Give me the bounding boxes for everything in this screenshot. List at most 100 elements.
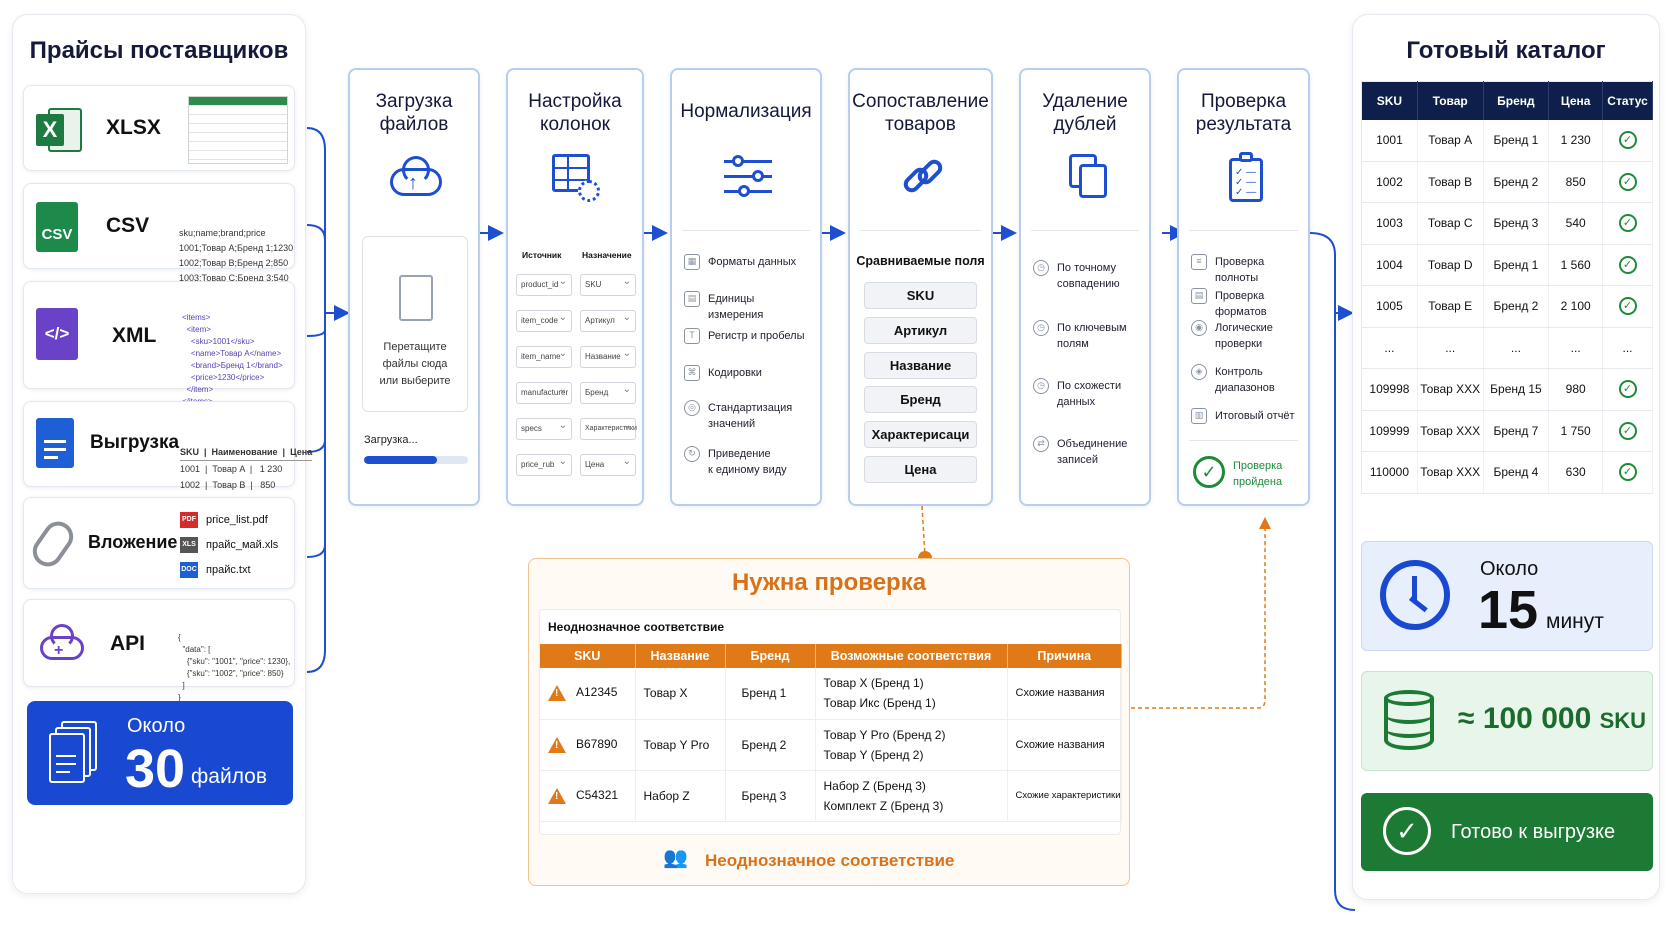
sku-summary: ≈ 100 000 SKU bbox=[1361, 671, 1653, 771]
target-column-select[interactable]: Цена bbox=[580, 452, 636, 476]
source-label: XLSX bbox=[106, 116, 161, 139]
pdf-icon: PDF bbox=[180, 512, 198, 529]
link-icon bbox=[898, 156, 946, 204]
clock-icon: ◷ bbox=[1033, 378, 1049, 394]
check-icon: ✓ bbox=[1618, 421, 1637, 440]
target-column-select[interactable]: Характеристики bbox=[580, 416, 637, 440]
report-icon: ▥ bbox=[1191, 408, 1207, 424]
paperclip-icon bbox=[26, 515, 80, 573]
file-icon bbox=[399, 275, 433, 321]
step-verify: Проверка результата ✓ — ✓ — ✓ — ≡ Проверка … bbox=[1177, 68, 1310, 506]
catalog-title: Готовый каталог bbox=[1406, 37, 1606, 64]
source-column-select[interactable]: item_name bbox=[516, 344, 572, 368]
range-icon: ◈ bbox=[1191, 364, 1207, 380]
warning-icon bbox=[548, 685, 566, 702]
source-label: API bbox=[110, 632, 146, 655]
table-row[interactable]: 109999 Товар XXX Бренд 71 750 ✓ bbox=[1361, 410, 1653, 452]
source-csv[interactable]: CSV CSV sku;name;brand;price 1001;Товар A… bbox=[23, 183, 295, 283]
file-item[interactable]: DOC прайс.txt bbox=[180, 558, 278, 583]
table-row[interactable]: 110000 Товар XXX Бренд 4 630 ✓ bbox=[1361, 451, 1653, 494]
cloud-upload-icon: ↑ bbox=[390, 154, 442, 204]
database-icon bbox=[1384, 690, 1434, 754]
users-icon: 👥 bbox=[663, 847, 688, 869]
ready-export-button[interactable]: ✓ Готово к выгрузке bbox=[1361, 793, 1653, 871]
step-dedup: Удаление дублей ◷ По точному совпадению ◷… bbox=[1019, 68, 1151, 506]
clock-icon bbox=[1380, 560, 1450, 630]
catalog-table: SKU Товар Бренд Цена Статус 1001 Товар AБ… bbox=[1361, 81, 1653, 494]
target-column-select[interactable]: Название bbox=[580, 344, 636, 368]
source-label: CSV bbox=[106, 214, 150, 237]
merge-icon: ⇄ bbox=[1033, 436, 1049, 452]
clipboard-check-icon: ✓ — ✓ — ✓ — bbox=[1229, 152, 1265, 202]
field-chip-name[interactable]: Название bbox=[864, 352, 977, 379]
excel-icon: X bbox=[36, 108, 82, 152]
source-column-select[interactable]: manufacturer bbox=[516, 380, 572, 404]
upload-progress bbox=[364, 456, 468, 464]
passed-check-icon: ✓ bbox=[1193, 456, 1225, 488]
spreadsheet-preview bbox=[188, 96, 288, 164]
source-label: XML bbox=[112, 324, 157, 347]
target-icon: ◎ bbox=[684, 400, 700, 416]
sliders-icon bbox=[724, 154, 772, 200]
table-row[interactable]: 1004 Товар D Бренд 11 560 ✓ bbox=[1361, 244, 1653, 286]
review-footer: Неоднозначное соответствие bbox=[705, 851, 955, 870]
field-chip-article[interactable]: Артикул bbox=[864, 317, 977, 344]
grid-icon: ▦ bbox=[684, 254, 700, 270]
source-label: Вложение bbox=[88, 532, 178, 552]
file-item[interactable]: PDF price_list.pdf bbox=[180, 508, 278, 533]
source-column-select[interactable]: specs bbox=[516, 416, 572, 440]
target-column-select[interactable]: Бренд bbox=[580, 380, 636, 404]
source-column-select[interactable]: item_code bbox=[516, 308, 572, 332]
table-row[interactable]: A12345 Товар X Бренд 1 Товар X (Бренд 1)… bbox=[540, 668, 1122, 720]
drop-zone[interactable]: Перетащите файлы сюда или выберите bbox=[362, 236, 468, 412]
xml-icon: </> bbox=[36, 308, 78, 360]
step-normalization: Нормализация ▦ Форматы данных ▤ Единицы из… bbox=[670, 68, 822, 506]
source-attachment[interactable]: Вложение PDF price_list.pdf XLS прайс_май.… bbox=[23, 497, 295, 589]
table-row[interactable]: 1003 Товар C Бренд 3 540 ✓ bbox=[1361, 202, 1653, 245]
upload-progress-fill bbox=[364, 456, 437, 464]
source-export[interactable]: Выгрузка SKU | Наименование | Цена 1001 |… bbox=[23, 401, 313, 506]
table-settings-icon bbox=[552, 154, 602, 204]
suppliers-title: Прайсы поставщиков bbox=[29, 37, 289, 64]
logic-icon: ◉ bbox=[1191, 320, 1207, 336]
check-icon: ✓ bbox=[1618, 380, 1637, 399]
suppliers-panel: Прайсы поставщиков X XLSX CSV CSV sku;na… bbox=[12, 14, 313, 894]
cloud-plus-icon: + bbox=[36, 622, 88, 664]
documents-icon bbox=[49, 721, 99, 787]
xls-icon: XLS bbox=[180, 537, 198, 554]
document-icon bbox=[36, 418, 74, 468]
table-row[interactable]: B67890 Товар Y Pro Бренд 2 Товар Y Pro (… bbox=[540, 719, 1122, 771]
table-row[interactable]: 1005 Товар E Бренд 22 100 ✓ bbox=[1361, 285, 1653, 328]
file-item[interactable]: XLS прайс_май.xls bbox=[180, 533, 278, 558]
source-column-select[interactable]: product_id bbox=[516, 272, 572, 296]
table-row[interactable]: 1001 Товар A Бренд 11 230 ✓ bbox=[1361, 119, 1653, 162]
target-column-select[interactable]: Артикул bbox=[580, 308, 636, 332]
check-icon: ✓ bbox=[1618, 131, 1637, 149]
source-xml[interactable]: </> XML <items> <item> <sku>1001</sku> <… bbox=[23, 281, 295, 406]
table-row[interactable]: C54321 Набор Z Бренд 3 Набор Z (Бренд 3)… bbox=[540, 770, 1122, 822]
refresh-icon: ↻ bbox=[684, 446, 700, 462]
table-row[interactable]: 109998 Товар XXX Бренд 15 980 ✓ bbox=[1361, 368, 1653, 411]
check-circle-icon: ✓ bbox=[1383, 807, 1431, 855]
check-icon: ✓ bbox=[1618, 214, 1637, 233]
doc-icon: DOC bbox=[180, 562, 198, 579]
source-api[interactable]: + API { "data": [ {"sku": "1001", "price… bbox=[23, 599, 295, 702]
target-column-select[interactable]: SKU bbox=[580, 272, 636, 296]
source-xlsx[interactable]: X XLSX bbox=[23, 85, 295, 171]
field-chip-price[interactable]: Цена bbox=[864, 456, 977, 483]
field-chip-brand[interactable]: Бренд bbox=[864, 386, 977, 413]
format-icon: ▤ bbox=[1191, 288, 1207, 304]
table-row[interactable]: 1002 Товар B Бренд 2 850 ✓ bbox=[1361, 161, 1653, 203]
field-chip-specs[interactable]: Характерисаци bbox=[864, 421, 977, 448]
review-panel: Нужна проверка Неоднозначное соответстви… bbox=[528, 558, 1130, 886]
clock-icon: ◷ bbox=[1033, 320, 1049, 336]
passed-label: Проверка пройдена bbox=[1233, 460, 1283, 488]
step-matching: Сопоставление товаров Сравниваемые поля … bbox=[848, 68, 993, 506]
checklist-icon: ≡ bbox=[1191, 254, 1207, 270]
step-columns: Настройка колонок Источник Назначение pr… bbox=[506, 68, 644, 506]
warning-icon bbox=[548, 787, 566, 804]
encoding-icon: ⌘ bbox=[684, 365, 700, 381]
source-column-select[interactable]: price_rub bbox=[516, 452, 572, 476]
field-chip-sku[interactable]: SKU bbox=[864, 282, 977, 309]
check-icon: ✓ bbox=[1618, 172, 1637, 191]
